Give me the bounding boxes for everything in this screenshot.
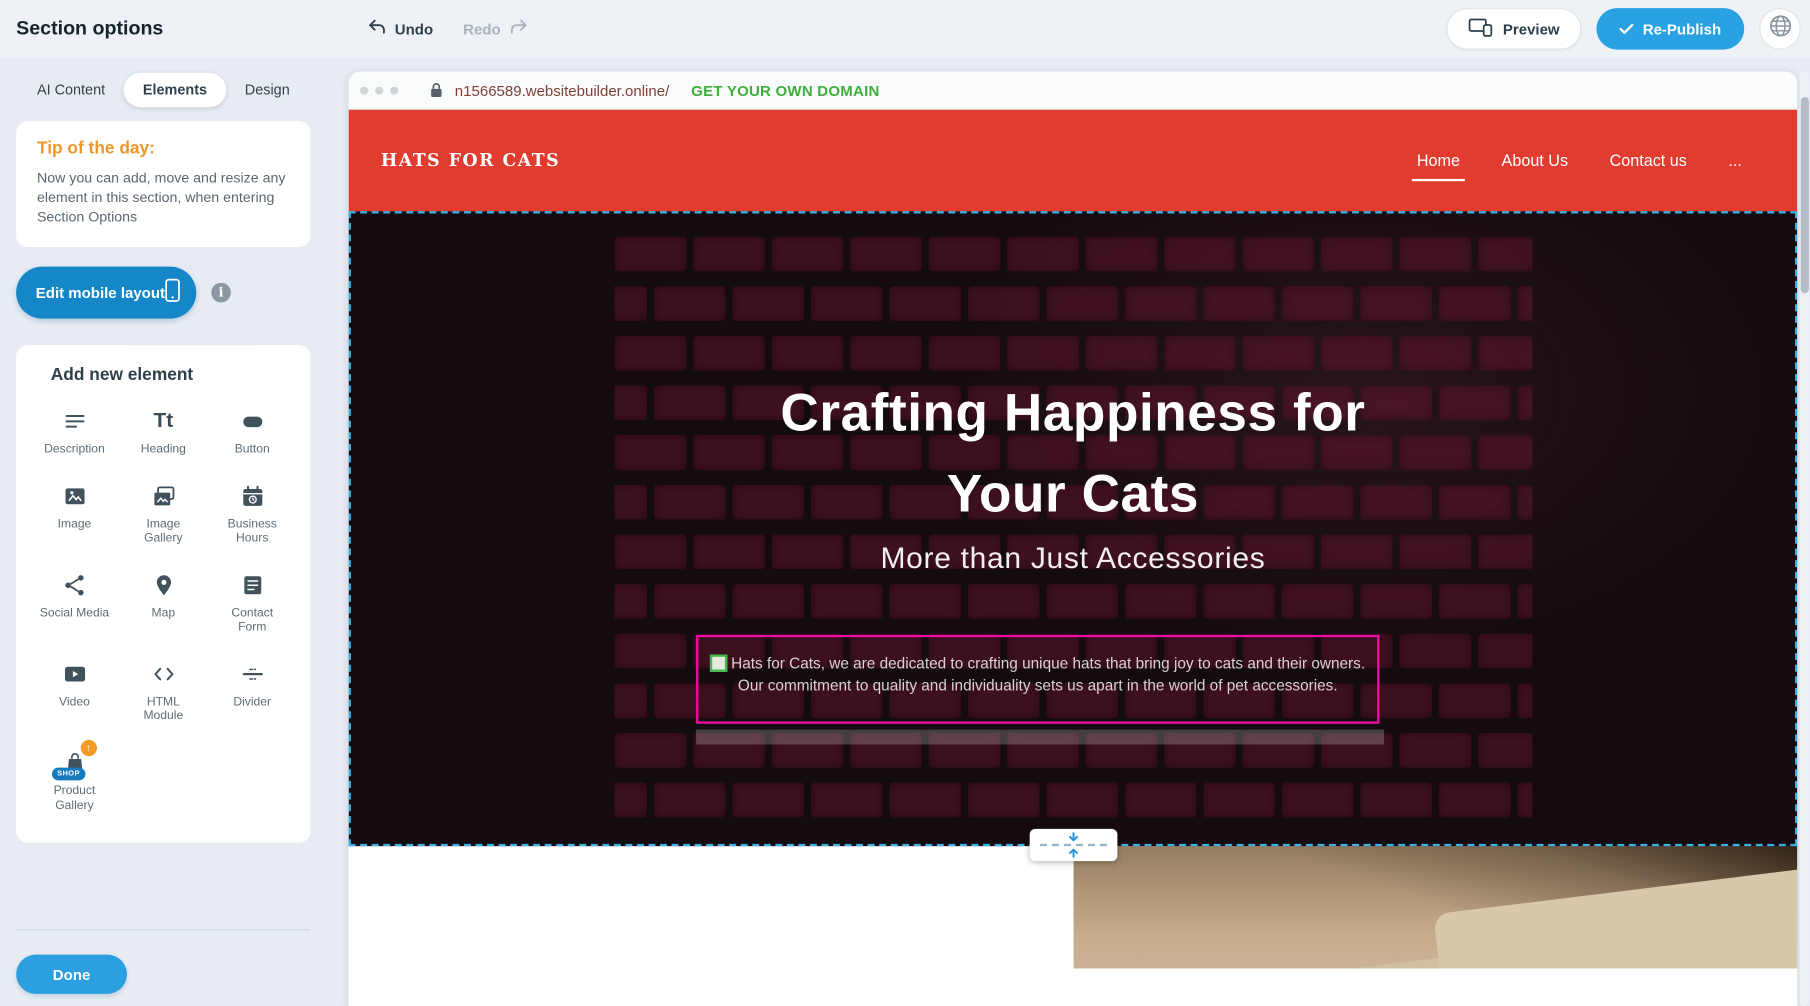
element-item-heading[interactable]: Tt Heading — [119, 407, 208, 456]
tab-ai-content[interactable]: AI Content — [30, 73, 112, 108]
video-icon — [62, 660, 87, 688]
nav-contact-us[interactable]: Contact us — [1610, 151, 1687, 169]
site-url: n1566589.websitebuilder.online/ — [455, 81, 669, 98]
window-dots-icon — [360, 86, 398, 94]
nav-home[interactable]: Home — [1417, 151, 1460, 169]
contact-form-icon — [240, 571, 265, 599]
site-preview: n1566589.websitebuilder.online/ GET YOUR… — [349, 72, 1798, 1006]
shop-badge: SHOP — [51, 768, 85, 781]
next-section[interactable] — [349, 846, 1798, 968]
map-pin-icon — [151, 571, 176, 599]
arrow-down-icon — [1066, 832, 1080, 841]
language-button[interactable] — [1759, 8, 1801, 50]
republish-button[interactable]: Re-Publish — [1597, 8, 1745, 50]
heading-icon: Tt — [154, 407, 174, 435]
element-grid: Description Tt Heading Button Image Imag… — [30, 407, 297, 813]
app: Section options Undo Redo Preview — [0, 0, 1810, 1006]
product-gallery-icon: SHOP ↑ — [62, 749, 87, 777]
add-element-title: Add new element — [51, 365, 297, 385]
image-icon — [62, 482, 87, 510]
republish-label: Re-Publish — [1643, 20, 1721, 37]
paragraph-shadow-bar — [696, 730, 1384, 745]
arrow-up-icon — [1066, 848, 1080, 857]
undo-icon — [367, 18, 387, 39]
devices-icon — [1468, 18, 1492, 40]
element-resize-handle-icon[interactable] — [710, 655, 727, 672]
business-hours-icon — [240, 482, 265, 510]
selected-paragraph[interactable]: Hats for Cats, we are dedicated to craft… — [696, 635, 1379, 724]
divider-icon — [240, 660, 265, 688]
tab-design[interactable]: Design — [238, 73, 297, 108]
element-item-product-gallery[interactable]: SHOP ↑ Product Gallery — [30, 749, 119, 813]
preview-button[interactable]: Preview — [1446, 8, 1581, 50]
undo-button[interactable]: Undo — [367, 18, 433, 39]
hero-section[interactable]: Crafting Happiness for Your Cats More th… — [349, 211, 1798, 846]
next-section-white-area — [349, 846, 1074, 968]
topbar: Section options Undo Redo Preview — [0, 0, 1810, 58]
sidebar-divider — [16, 929, 310, 930]
preview-label: Preview — [1503, 20, 1560, 37]
browser-chrome: n1566589.websitebuilder.online/ GET YOUR… — [349, 72, 1798, 110]
hero-paragraph-text: Hats for Cats, we are dedicated to craft… — [731, 655, 1365, 694]
section-resize-handle[interactable] — [1029, 829, 1117, 861]
site-logo[interactable]: HATS FOR CATS — [381, 150, 560, 171]
tip-card: Tip of the day: Now you can add, move an… — [16, 121, 310, 247]
page-title: Section options — [16, 0, 163, 58]
element-item-description[interactable]: Description — [30, 407, 119, 456]
topbar-actions: Preview Re-Publish — [1446, 0, 1800, 58]
done-button[interactable]: Done — [16, 955, 127, 994]
element-item-map[interactable]: Map — [119, 571, 208, 635]
edit-mobile-layout-button[interactable]: Edit mobile layout — [16, 267, 196, 319]
edit-mobile-layout-label: Edit mobile layout — [36, 284, 165, 301]
element-item-business-hours[interactable]: Business Hours — [208, 482, 297, 546]
site-nav: Home About Us Contact us ... — [1417, 151, 1742, 169]
sidebar-tabs: AI Content Elements Design — [16, 73, 310, 108]
element-item-social-media[interactable]: Social Media — [30, 571, 119, 635]
lock-icon — [429, 82, 443, 98]
undo-label: Undo — [395, 20, 433, 37]
social-media-icon — [62, 571, 87, 599]
dashed-line — [1039, 844, 1106, 846]
element-item-button[interactable]: Button — [208, 407, 297, 456]
hero-heading[interactable]: Crafting Happiness for Your Cats — [351, 371, 1795, 533]
element-item-contact-form[interactable]: Contact Form — [208, 571, 297, 635]
element-item-image-gallery[interactable]: Image Gallery — [119, 482, 208, 546]
preview-scrollbar[interactable] — [1800, 72, 1809, 1006]
nav-more[interactable]: ... — [1728, 151, 1741, 169]
website-canvas: HATS FOR CATS Home About Us Contact us .… — [349, 110, 1798, 969]
html-module-icon — [151, 660, 176, 688]
button-icon — [240, 407, 265, 435]
mobile-layout-row: Edit mobile layout i — [16, 267, 310, 319]
info-icon[interactable]: i — [211, 283, 231, 303]
redo-button[interactable]: Redo — [463, 18, 528, 39]
element-item-video[interactable]: Video — [30, 660, 119, 724]
hero-subheading[interactable]: More than Just Accessories — [351, 540, 1795, 576]
nav-about-us[interactable]: About Us — [1502, 151, 1568, 169]
tab-elements[interactable]: Elements — [123, 73, 226, 108]
redo-label: Redo — [463, 20, 501, 37]
premium-badge-icon: ↑ — [80, 740, 96, 756]
site-header: HATS FOR CATS Home About Us Contact us .… — [349, 110, 1798, 212]
add-element-panel: Add new element Description Tt Heading B… — [16, 345, 310, 843]
tip-title: Tip of the day: — [37, 139, 290, 159]
redo-icon — [509, 18, 529, 39]
get-domain-link[interactable]: GET YOUR OWN DOMAIN — [684, 80, 886, 100]
history-controls: Undo Redo — [367, 0, 528, 58]
sidebar: AI Content Elements Design Tip of the da… — [0, 58, 327, 1006]
element-item-divider[interactable]: Divider — [208, 660, 297, 724]
element-item-image[interactable]: Image — [30, 482, 119, 546]
check-icon — [1620, 20, 1634, 37]
phone-icon — [165, 279, 180, 307]
globe-icon — [1768, 14, 1792, 44]
element-item-html-module[interactable]: HTML Module — [119, 660, 208, 724]
next-section-photo — [1074, 846, 1798, 968]
workspace: n1566589.websitebuilder.online/ GET YOUR… — [327, 58, 1810, 1006]
scrollbar-thumb[interactable] — [1800, 97, 1808, 293]
description-icon — [62, 407, 87, 435]
tip-body: Now you can add, move and resize any ele… — [37, 169, 290, 228]
image-gallery-icon — [151, 482, 176, 510]
